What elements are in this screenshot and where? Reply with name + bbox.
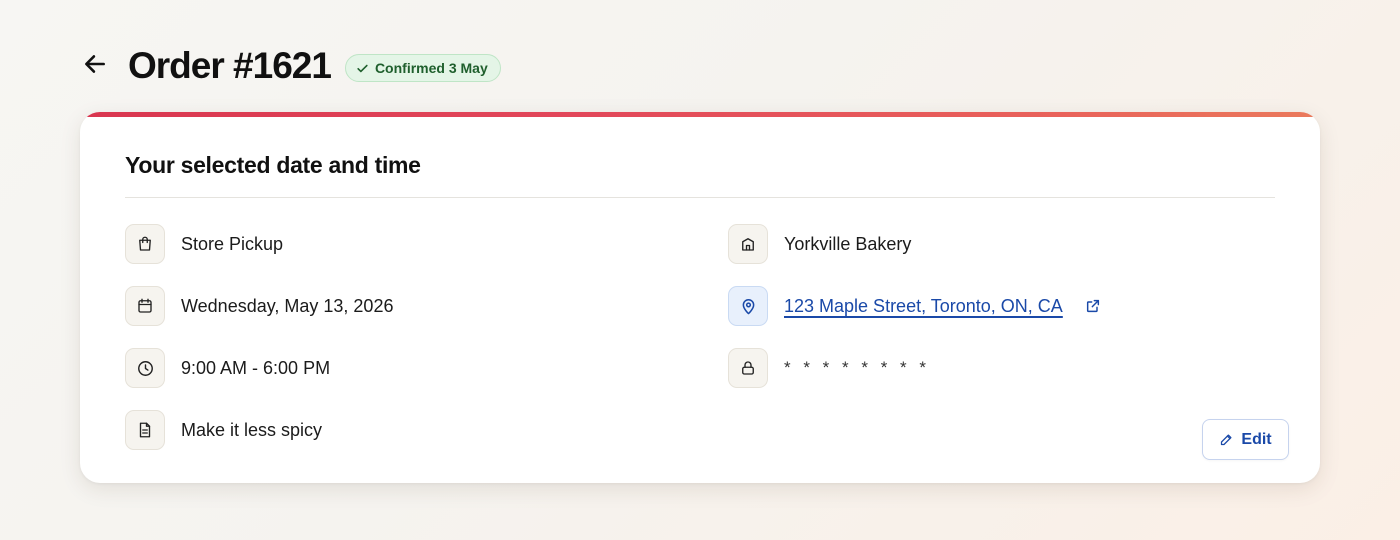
pencil-icon (1221, 434, 1232, 446)
shopping-bag-icon (125, 224, 165, 264)
card-title: Your selected date and time (125, 152, 421, 178)
pickup-method-row: Store Pickup (125, 224, 283, 264)
store-address-link[interactable]: 123 Maple Street, Toronto, ON, CA (784, 296, 1063, 317)
order-details-card: Your selected date and time Store Pickup… (80, 112, 1320, 483)
check-icon (357, 64, 368, 72)
store-address-row: 123 Maple Street, Toronto, ON, CA (728, 286, 1101, 326)
divider (125, 197, 1275, 198)
edit-button[interactable]: Edit (1202, 419, 1289, 460)
pickup-method-text: Store Pickup (181, 233, 284, 254)
edit-button-label: Edit (1241, 430, 1272, 448)
arrow-left-icon (85, 55, 105, 73)
status-badge-label: Confirmed 3 May (374, 60, 488, 76)
pickup-date-text: Wednesday, May 13, 2026 (181, 295, 394, 316)
back-button[interactable] (80, 49, 110, 79)
external-link-icon[interactable] (1085, 298, 1101, 314)
pickup-time-row: 9:00 AM - 6:00 PM (125, 348, 330, 388)
order-note-text: Make it less spicy (181, 419, 323, 440)
lock-icon (728, 348, 768, 388)
page-header: Order #1621 Confirmed 3 May (80, 42, 501, 90)
store-name-row: Yorkville Bakery (728, 224, 911, 264)
pickup-code-masked: * * * * * * * * (784, 358, 930, 377)
pickup-time-text: 9:00 AM - 6:00 PM (181, 357, 331, 378)
document-icon (125, 410, 165, 450)
clock-icon (125, 348, 165, 388)
calendar-icon (125, 286, 165, 326)
pickup-date-row: Wednesday, May 13, 2026 (125, 286, 393, 326)
card-accent-bar (80, 112, 1320, 117)
store-icon (728, 224, 768, 264)
page-title: Order #1621 (128, 45, 332, 86)
map-pin-icon (728, 286, 768, 326)
status-badge: Confirmed 3 May (344, 54, 501, 82)
pickup-code-row: * * * * * * * * (728, 348, 930, 388)
order-note-row: Make it less spicy (125, 410, 322, 450)
store-name-text: Yorkville Bakery (784, 233, 912, 254)
